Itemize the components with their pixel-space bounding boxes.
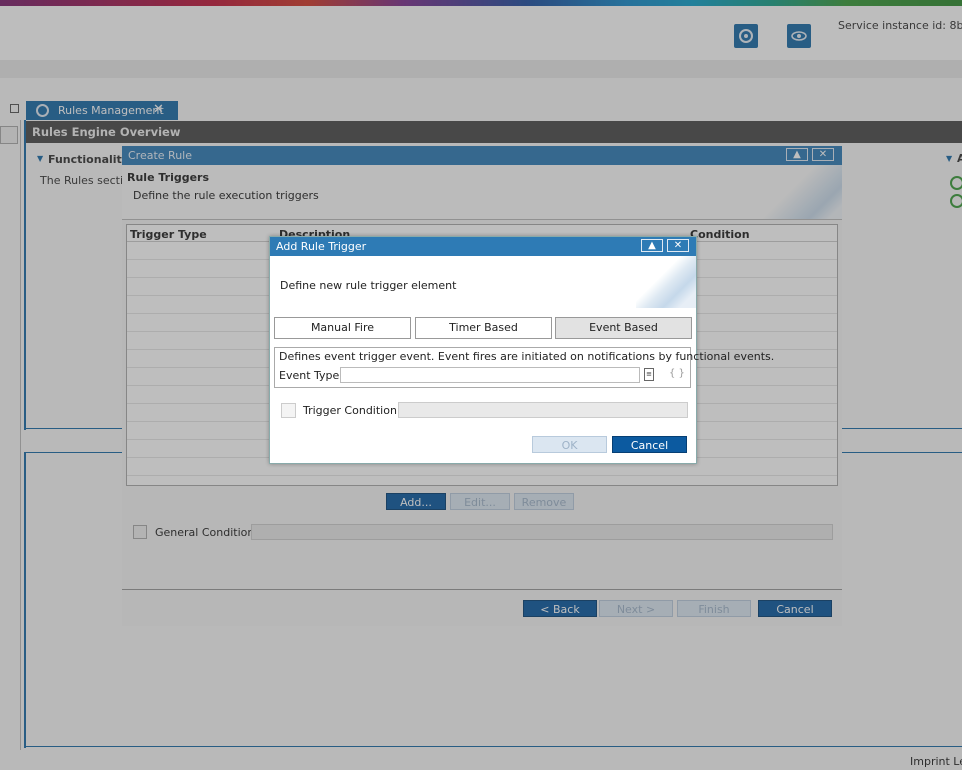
event-settings-group: Defines event trigger event. Event fires… — [274, 347, 774, 388]
add-rule-trigger-title-bar: Add Rule Trigger ▲ ✕ — [270, 237, 696, 256]
collapse-icon[interactable]: ▲ — [641, 239, 663, 252]
header-decoration — [636, 256, 696, 308]
add-rule-trigger-dialog: Add Rule Trigger ▲ ✕ Define new rule tri… — [269, 236, 774, 464]
event-description: Defines event trigger event. Event fires… — [279, 350, 775, 363]
close-icon[interactable]: ✕ — [667, 239, 689, 252]
event-type-input[interactable] — [340, 367, 640, 383]
trigger-condition-field[interactable] — [398, 402, 688, 418]
timer-based-option[interactable]: Timer Based — [415, 317, 552, 339]
trigger-condition-checkbox[interactable] — [281, 403, 296, 418]
dialog-description: Define new rule trigger element — [280, 279, 457, 292]
dialog-title: Add Rule Trigger — [276, 240, 367, 253]
ok-button[interactable]: OK — [532, 436, 607, 453]
event-type-label: Event Type: — [279, 369, 343, 382]
expression-braces-icon[interactable]: { } — [669, 368, 685, 379]
cancel-button[interactable]: Cancel — [612, 436, 687, 453]
trigger-condition-label: Trigger Condition: — [303, 404, 401, 417]
event-based-option[interactable]: Event Based — [555, 317, 692, 339]
picker-icon[interactable]: ≡ — [644, 368, 654, 381]
manual-fire-option[interactable]: Manual Fire — [274, 317, 411, 339]
